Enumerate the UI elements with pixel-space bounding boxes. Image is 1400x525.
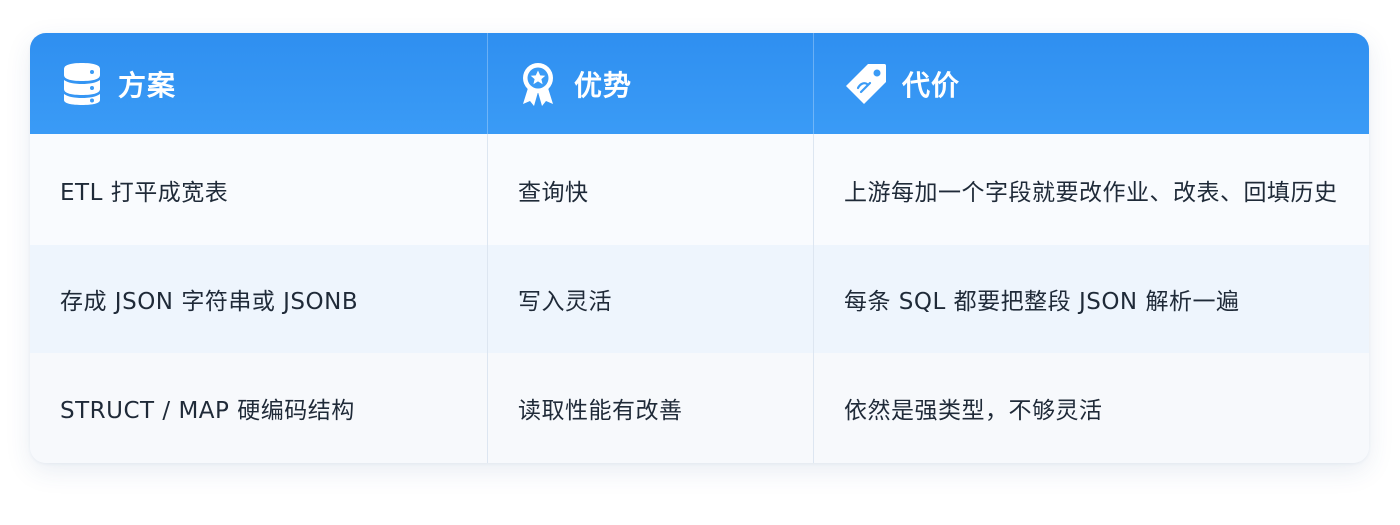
table-cell-approach: STRUCT / MAP 硬编码结构 [30, 353, 487, 463]
table-cell-advantage: 写入灵活 [487, 245, 813, 353]
table-cell-cost: 每条 SQL 都要把整段 JSON 解析一遍 [813, 245, 1369, 353]
database-icon [60, 62, 104, 106]
header-label-advantage: 优势 [574, 68, 633, 102]
table-cell-approach: 存成 JSON 字符串或 JSONB [30, 245, 487, 353]
table-cell-cost: 依然是强类型，不够灵活 [813, 353, 1369, 463]
header-cell-advantage: 优势 [487, 33, 813, 134]
award-badge-icon [516, 62, 560, 106]
header-label-approach: 方案 [118, 68, 177, 102]
comparison-table-card: 方案 优势 代价 ETL 打平成宽表 查询快 上游每加一个字段就要改作业、改表、… [30, 33, 1369, 463]
header-cell-approach: 方案 [30, 33, 487, 134]
table-cell-advantage: 读取性能有改善 [487, 353, 813, 463]
table-cell-cost: 上游每加一个字段就要改作业、改表、回填历史 [813, 134, 1369, 245]
header-cell-cost: 代价 [813, 33, 1369, 134]
table-cell-advantage: 查询快 [487, 134, 813, 245]
price-tag-icon [844, 62, 888, 106]
table-cell-approach: ETL 打平成宽表 [30, 134, 487, 245]
comparison-table: 方案 优势 代价 ETL 打平成宽表 查询快 上游每加一个字段就要改作业、改表、… [30, 33, 1369, 463]
header-label-cost: 代价 [902, 68, 961, 102]
